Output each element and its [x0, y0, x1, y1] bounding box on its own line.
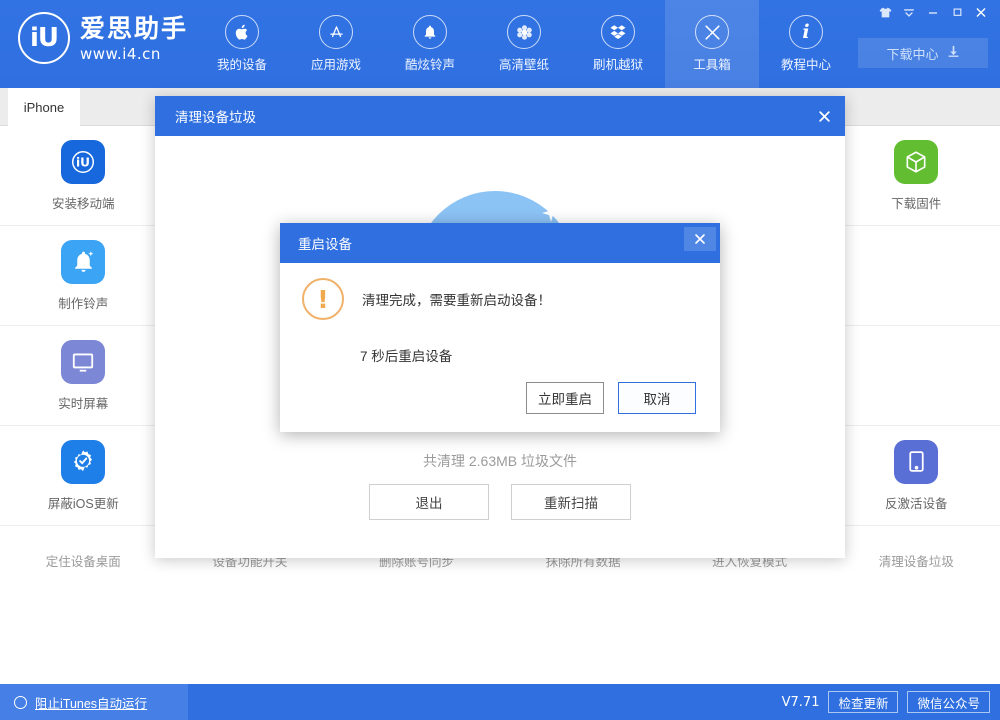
- apple-icon: [225, 15, 259, 49]
- main-navigation: 我的设备 应用游戏 酷炫铃声 高清壁纸 刷机越狱 工具箱 i 教程中心: [195, 0, 853, 88]
- nav-item-toolbox[interactable]: 工具箱: [665, 0, 759, 88]
- warning-glyph: !: [317, 284, 329, 314]
- minimize-icon[interactable]: [922, 3, 944, 21]
- flower-icon: [507, 15, 541, 49]
- monitor-icon: [61, 339, 106, 384]
- nav-label: 教程中心: [780, 58, 831, 72]
- brand-url: www.i4.cn: [80, 44, 161, 63]
- restart-countdown: 7 秒后重启设备: [360, 349, 453, 364]
- tool-label: 下载固件: [891, 196, 942, 211]
- exit-button[interactable]: 退出: [369, 484, 489, 520]
- status-bar-right: V7.71 检查更新 微信公众号: [782, 684, 990, 720]
- menu-chevron-down-icon[interactable]: [898, 3, 920, 21]
- device-icon: [894, 439, 939, 484]
- gear-block-icon: [61, 439, 106, 484]
- tool-make-ringtone[interactable]: 制作铃声: [0, 226, 167, 326]
- tab-iphone[interactable]: iPhone: [8, 88, 80, 126]
- wechat-button[interactable]: 微信公众号: [907, 691, 990, 713]
- tool-label: 实时屏幕: [58, 396, 109, 411]
- maximize-icon[interactable]: [946, 3, 968, 21]
- version-label: V7.71: [781, 694, 820, 710]
- block-itunes-toggle[interactable]: 阻止iTunes自动运行: [0, 684, 188, 720]
- tool-realtime-screen[interactable]: 实时屏幕: [0, 326, 167, 426]
- download-icon: [947, 45, 960, 61]
- tool-install-mobile[interactable]: iU 安装移动端: [0, 126, 167, 226]
- bell-icon: [61, 239, 106, 284]
- restart-now-label: 立即重启: [538, 392, 592, 407]
- tool-label: 安装移动端: [52, 196, 115, 211]
- nav-item-ringtones[interactable]: 酷炫铃声: [383, 0, 477, 88]
- nav-label: 我的设备: [216, 58, 267, 72]
- bell-icon: [413, 15, 447, 49]
- restart-now-button[interactable]: 立即重启: [526, 382, 604, 414]
- svg-text:iU: iU: [76, 155, 90, 169]
- wechat-label: 微信公众号: [917, 696, 980, 711]
- tab-label: iPhone: [23, 99, 65, 115]
- clean-junk-dialog-titlebar: 清理设备垃圾: [155, 96, 845, 136]
- nav-label: 工具箱: [693, 58, 731, 72]
- clean-summary-text: 共清理 2.63MB 垃圾文件: [422, 453, 578, 469]
- appstore-icon: [319, 15, 353, 49]
- info-icon: i: [789, 15, 823, 49]
- tool-label[interactable]: 定住设备桌面: [0, 551, 167, 570]
- brand-name: 爱思助手: [80, 14, 189, 43]
- nav-label: 酷炫铃声: [404, 58, 455, 72]
- dropbox-icon: [601, 15, 635, 49]
- tool-deactivate-device[interactable]: 反激活设备: [832, 426, 1000, 526]
- nav-label: 刷机越狱: [592, 58, 643, 72]
- restart-dialog-title: 重启设备: [298, 237, 352, 252]
- restart-dialog-actions: 立即重启 取消: [526, 382, 696, 414]
- brand: iU 爱思助手 www.i4.cn: [18, 12, 188, 64]
- clean-dialog-actions: 退出 重新扫描: [155, 484, 845, 520]
- download-center-label: 下载中心: [886, 46, 939, 62]
- i4-app-icon: iU: [61, 139, 106, 184]
- download-center-button[interactable]: 下载中心: [858, 38, 988, 68]
- skin-icon[interactable]: [874, 3, 896, 21]
- tools-icon: [695, 15, 729, 49]
- status-bar: 阻止iTunes自动运行 V7.71 检查更新 微信公众号: [0, 684, 1000, 720]
- nav-item-my-device[interactable]: 我的设备: [195, 0, 289, 88]
- exit-button-label: 退出: [415, 496, 443, 511]
- close-icon[interactable]: [803, 96, 845, 136]
- app-window: iU 爱思助手 www.i4.cn 我的设备 应用游戏 酷炫铃声 高清壁纸 刷机…: [0, 0, 1000, 720]
- tool-label: 制作铃声: [58, 296, 109, 311]
- tool-label: 反激活设备: [885, 496, 948, 511]
- app-header: iU 爱思助手 www.i4.cn 我的设备 应用游戏 酷炫铃声 高清壁纸 刷机…: [0, 0, 1000, 88]
- tool-download-firmware[interactable]: 下载固件: [832, 126, 1000, 226]
- nav-item-tutorials[interactable]: i 教程中心: [759, 0, 853, 88]
- nav-label: 高清壁纸: [498, 58, 549, 72]
- brand-logo-text: iU: [29, 23, 59, 53]
- close-icon[interactable]: [970, 3, 992, 21]
- brand-logo-icon: iU: [18, 12, 70, 64]
- clean-junk-dialog-title: 清理设备垃圾: [175, 110, 256, 125]
- close-icon[interactable]: [684, 227, 716, 251]
- radio-icon: [14, 695, 27, 709]
- nav-item-flash-jailbreak[interactable]: 刷机越狱: [571, 0, 665, 88]
- restart-dialog-titlebar: 重启设备: [280, 223, 720, 263]
- tool-label: 屏蔽iOS更新: [47, 496, 119, 511]
- nav-item-apps-games[interactable]: 应用游戏: [289, 0, 383, 88]
- restart-message: 清理完成，需要重新启动设备！: [362, 293, 551, 308]
- check-update-label: 检查更新: [838, 696, 889, 711]
- cancel-label: 取消: [643, 392, 671, 407]
- rescan-button[interactable]: 重新扫描: [511, 484, 631, 520]
- cancel-button[interactable]: 取消: [618, 382, 696, 414]
- block-itunes-label: 阻止iTunes自动运行: [35, 696, 148, 711]
- check-update-button[interactable]: 检查更新: [828, 691, 899, 713]
- restart-warning-row: ! 清理完成，需要重新启动设备！: [302, 278, 551, 320]
- nav-label: 应用游戏: [310, 58, 361, 72]
- tool-block-ios-update[interactable]: 屏蔽iOS更新: [0, 426, 167, 526]
- nav-item-wallpapers[interactable]: 高清壁纸: [477, 0, 571, 88]
- tool-cell-empty[interactable]: [832, 226, 1000, 326]
- box-icon: [894, 139, 939, 184]
- rescan-button-label: 重新扫描: [544, 496, 598, 511]
- window-controls: [874, 3, 992, 21]
- warning-icon: !: [302, 278, 344, 320]
- tool-label[interactable]: 清理设备垃圾: [833, 551, 1000, 570]
- tool-cell-empty[interactable]: [832, 326, 1000, 426]
- restart-device-dialog: 重启设备 ! 清理完成，需要重新启动设备！ 7 秒后重启设备 立即重启 取消: [280, 223, 720, 432]
